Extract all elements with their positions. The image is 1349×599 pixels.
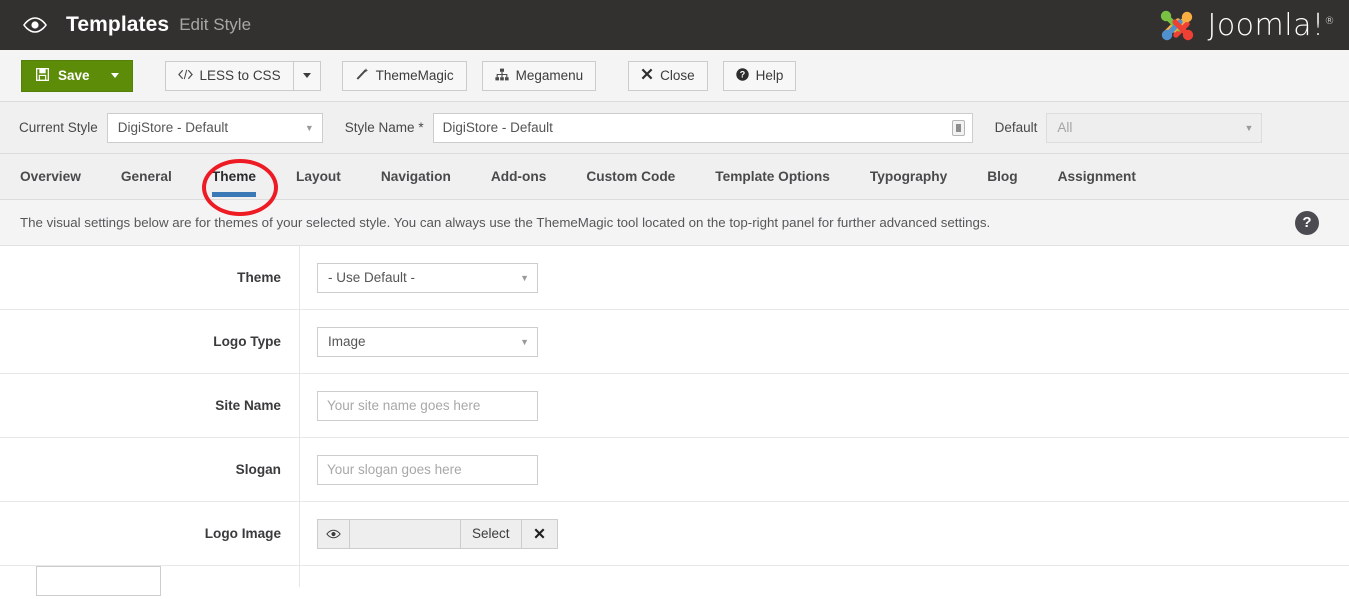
tab-bar: Overview General Theme Layout Navigation… [0,154,1349,200]
style-name-label: Style Name * [345,120,424,135]
megamenu-label: Megamenu [516,68,584,83]
joomla-wordmark: Joomla!® [1207,8,1335,43]
description-text: The visual settings below are for themes… [20,215,990,230]
tab-blog[interactable]: Blog [987,154,1017,184]
logo-type-select-value: Image [328,334,366,349]
form-row-logo-image: Logo Image Select [0,502,1349,566]
joomla-pinwheel-icon [1154,5,1200,45]
form-divider [299,246,300,587]
chevron-down-icon [303,73,311,78]
thememagic-button[interactable]: ThemeMagic [342,61,467,91]
tab-layout[interactable]: Layout [296,154,341,184]
tab-overview[interactable]: Overview [20,154,81,184]
save-button[interactable]: Save [21,60,133,92]
toolbar: Save LESS to CSS ThemeMagic [0,50,1349,102]
form-row-slogan: Slogan [0,438,1349,502]
style-name-label-text: Style Name [345,120,415,135]
logo-type-field: Image ▼ [281,327,538,357]
theme-label: Theme [0,270,281,285]
code-brackets-icon [178,68,193,83]
settings-form: Theme - Use Default - ▼ Logo Type Image … [0,246,1349,587]
logo-image-label: Logo Image [0,526,281,541]
eye-icon [22,12,48,38]
default-label: Default [995,120,1038,135]
default-value: All [1057,120,1072,135]
tab-navigation[interactable]: Navigation [381,154,451,184]
less-to-css-dropdown-button[interactable] [294,61,321,91]
close-button[interactable]: Close [628,61,708,91]
style-name-input[interactable] [433,113,973,143]
form-row-logo-type: Logo Type Image ▼ [0,310,1349,374]
next-field-input-partial[interactable] [36,566,161,596]
question-circle-icon: ? [736,68,749,84]
logo-image-path-input[interactable] [350,519,460,549]
select-image-button[interactable]: Select [460,519,521,549]
form-row-theme: Theme - Use Default - ▼ [0,246,1349,310]
magic-wand-icon [355,67,369,84]
tab-typography[interactable]: Typography [870,154,947,184]
less-to-css-label: LESS to CSS [200,68,281,83]
default-select[interactable]: All ▼ [1046,113,1262,143]
tab-assignment[interactable]: Assignment [1058,154,1136,184]
thememagic-label: ThemeMagic [376,68,454,83]
current-style-value: DigiStore - Default [118,120,228,135]
less-to-css-group: LESS to CSS [165,61,321,91]
logo-type-select[interactable]: Image ▼ [317,327,538,357]
page-title: Templates [66,13,169,37]
joomla-brand-text: Joomla! [1207,8,1324,43]
style-name-field-wrap [433,113,973,143]
chevron-down-icon: ▼ [1234,123,1253,133]
logo-type-label: Logo Type [0,334,281,349]
clear-image-button[interactable] [521,519,558,549]
tab-custom-code[interactable]: Custom Code [586,154,675,184]
chevron-down-icon: ▼ [295,123,314,133]
slogan-field [281,455,538,485]
style-bar: Current Style DigiStore - Default ▼ Styl… [0,102,1349,154]
question-mark-icon[interactable]: ? [1295,211,1319,235]
chevron-down-icon: ▼ [510,273,529,283]
help-button[interactable]: ? Help [723,61,797,91]
form-row-next-partial [0,566,1349,587]
logo-image-input-group: Select [317,519,558,549]
chevron-down-icon [111,73,119,78]
slogan-label: Slogan [0,462,281,477]
x-icon [534,528,545,539]
svg-text:?: ? [739,69,745,79]
x-icon [641,68,653,83]
theme-field: - Use Default - ▼ [281,263,538,293]
current-style-label: Current Style [19,120,98,135]
tab-theme[interactable]: Theme [212,154,256,184]
theme-select-value: - Use Default - [328,270,415,285]
close-label: Close [660,68,695,83]
sitemap-icon [495,68,509,84]
theme-select[interactable]: - Use Default - ▼ [317,263,538,293]
chevron-down-icon: ▼ [510,337,529,347]
site-name-input[interactable] [317,391,538,421]
tab-template-options[interactable]: Template Options [715,154,830,184]
page-header: Templates Edit Style Joomla!® [0,0,1349,50]
help-label: Help [756,68,784,83]
joomla-logo: Joomla!® [1154,5,1335,45]
floppy-disk-icon [36,68,49,84]
slogan-input[interactable] [317,455,538,485]
page-subtitle: Edit Style [179,15,251,35]
site-name-label: Site Name [0,398,281,413]
logo-image-field: Select [281,519,558,549]
less-to-css-button[interactable]: LESS to CSS [165,61,294,91]
form-row-site-name: Site Name [0,374,1349,438]
description-bar: The visual settings below are for themes… [0,200,1349,246]
site-name-field [281,391,538,421]
tab-general[interactable]: General [121,154,172,184]
required-marker: * [418,120,423,135]
tab-add-ons[interactable]: Add-ons [491,154,547,184]
save-button-label: Save [58,68,90,83]
registered-mark: ® [1325,16,1336,27]
current-style-select[interactable]: DigiStore - Default ▼ [107,113,323,143]
megamenu-button[interactable]: Megamenu [482,61,597,91]
preview-eye-icon[interactable] [317,519,350,549]
batch-icon[interactable] [952,120,965,136]
